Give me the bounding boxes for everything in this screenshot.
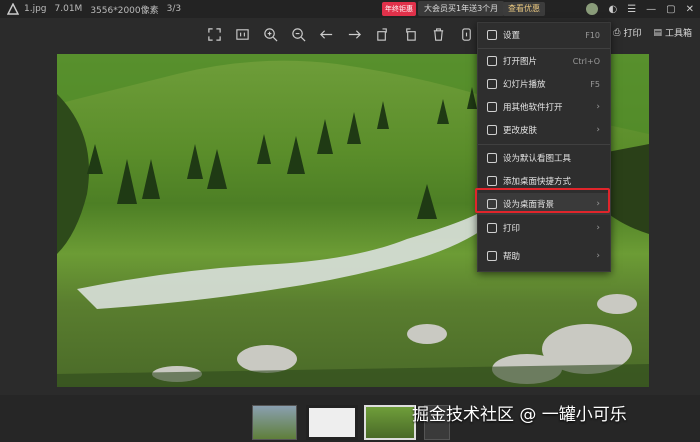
close-icon[interactable]: ✕ (686, 4, 694, 15)
zoom-out-icon (291, 27, 305, 41)
menu-item-slideshow[interactable]: 幻灯片播放 F5 (478, 73, 610, 95)
image-toolbar (200, 22, 480, 46)
info-icon (461, 27, 471, 41)
shortcut-icon (487, 176, 497, 186)
default-viewer-icon (487, 153, 497, 163)
promo-badge: 年终钜惠 (382, 1, 416, 16)
zoom-in-button[interactable] (256, 22, 284, 46)
menu-item-settings[interactable]: 设置 F10 (478, 24, 610, 46)
page-counter: 3/3 (166, 4, 182, 14)
menu-item-open-image[interactable]: 打开图片 Ctrl+O (478, 50, 610, 72)
file-name: 1.jpg (24, 4, 47, 14)
arrow-left-icon (319, 29, 332, 39)
skin-icon (487, 125, 497, 135)
help-icon (487, 251, 497, 261)
chevron-right-icon: › (596, 125, 600, 135)
thumbnail[interactable] (306, 405, 358, 440)
avatar[interactable] (586, 3, 599, 15)
chevron-right-icon: › (596, 102, 600, 112)
zoom-out-button[interactable] (284, 22, 312, 46)
rotate-right-icon (405, 27, 416, 41)
app-logo-icon (6, 2, 20, 16)
chevron-right-icon: › (596, 251, 600, 261)
menu-icon[interactable]: ☰ (627, 4, 636, 15)
info-button[interactable] (452, 22, 480, 46)
arrow-right-icon (348, 29, 361, 39)
rotate-left-icon (376, 27, 387, 41)
context-menu: 设置 F10 打开图片 Ctrl+O 幻灯片播放 F5 用其他软件打开 › 更改… (477, 22, 611, 272)
toolbox-button[interactable]: ▤ 工具箱 (653, 26, 692, 40)
next-button[interactable] (340, 22, 368, 46)
chevron-right-icon: › (596, 223, 600, 233)
right-toolbar: ⎙ 打印 ▤ 工具箱 (613, 26, 692, 40)
print-icon (487, 223, 497, 233)
settings-icon (487, 30, 497, 40)
skin-icon[interactable]: ◐ (608, 4, 617, 15)
actual-size-button[interactable] (228, 22, 256, 46)
thumbnail-selected[interactable] (364, 405, 416, 440)
expand-icon (207, 27, 221, 41)
delete-button[interactable] (424, 22, 452, 46)
toolbox-icon: ▤ (653, 27, 662, 38)
menu-item-set-default[interactable]: 设为默认看图工具 (478, 147, 610, 169)
zoom-in-icon (263, 27, 277, 41)
slideshow-icon (487, 79, 497, 89)
promo-banner[interactable]: 年终钜惠 大会员买1年送3个月 (382, 1, 505, 16)
highlight-box (475, 188, 610, 213)
open-with-icon (487, 102, 497, 112)
menu-item-open-with[interactable]: 用其他软件打开 › (478, 96, 610, 118)
maximize-icon[interactable]: ▢ (666, 4, 675, 15)
menu-divider (478, 144, 610, 145)
watermark-text: 掘金技术社区 @ 一罐小可乐 (412, 405, 627, 425)
trash-icon (433, 27, 443, 41)
menu-item-change-skin[interactable]: 更改皮肤 › (478, 119, 610, 141)
rotate-left-button[interactable] (368, 22, 396, 46)
print-icon: ⎙ (613, 27, 621, 38)
menu-item-help[interactable]: 帮助 › (478, 245, 610, 267)
menu-item-print[interactable]: 打印 › (478, 217, 610, 239)
actual-size-icon (235, 28, 249, 40)
previous-button[interactable] (312, 22, 340, 46)
view-offer-button[interactable]: 查看优惠 (503, 2, 545, 16)
minimize-icon[interactable]: — (646, 4, 656, 15)
rotate-right-button[interactable] (396, 22, 424, 46)
thumbnail[interactable] (252, 405, 297, 440)
menu-divider (478, 48, 610, 49)
fit-screen-button[interactable] (200, 22, 228, 46)
image-resolution: 3556*2000像素 (90, 5, 159, 16)
open-image-icon (487, 56, 497, 66)
file-size: 7.01M (54, 4, 83, 14)
print-button[interactable]: ⎙ 打印 (613, 26, 641, 40)
window-controls: ◐ ☰ — ▢ ✕ (586, 0, 694, 18)
promo-text: 大会员买1年送3个月 (418, 1, 505, 16)
